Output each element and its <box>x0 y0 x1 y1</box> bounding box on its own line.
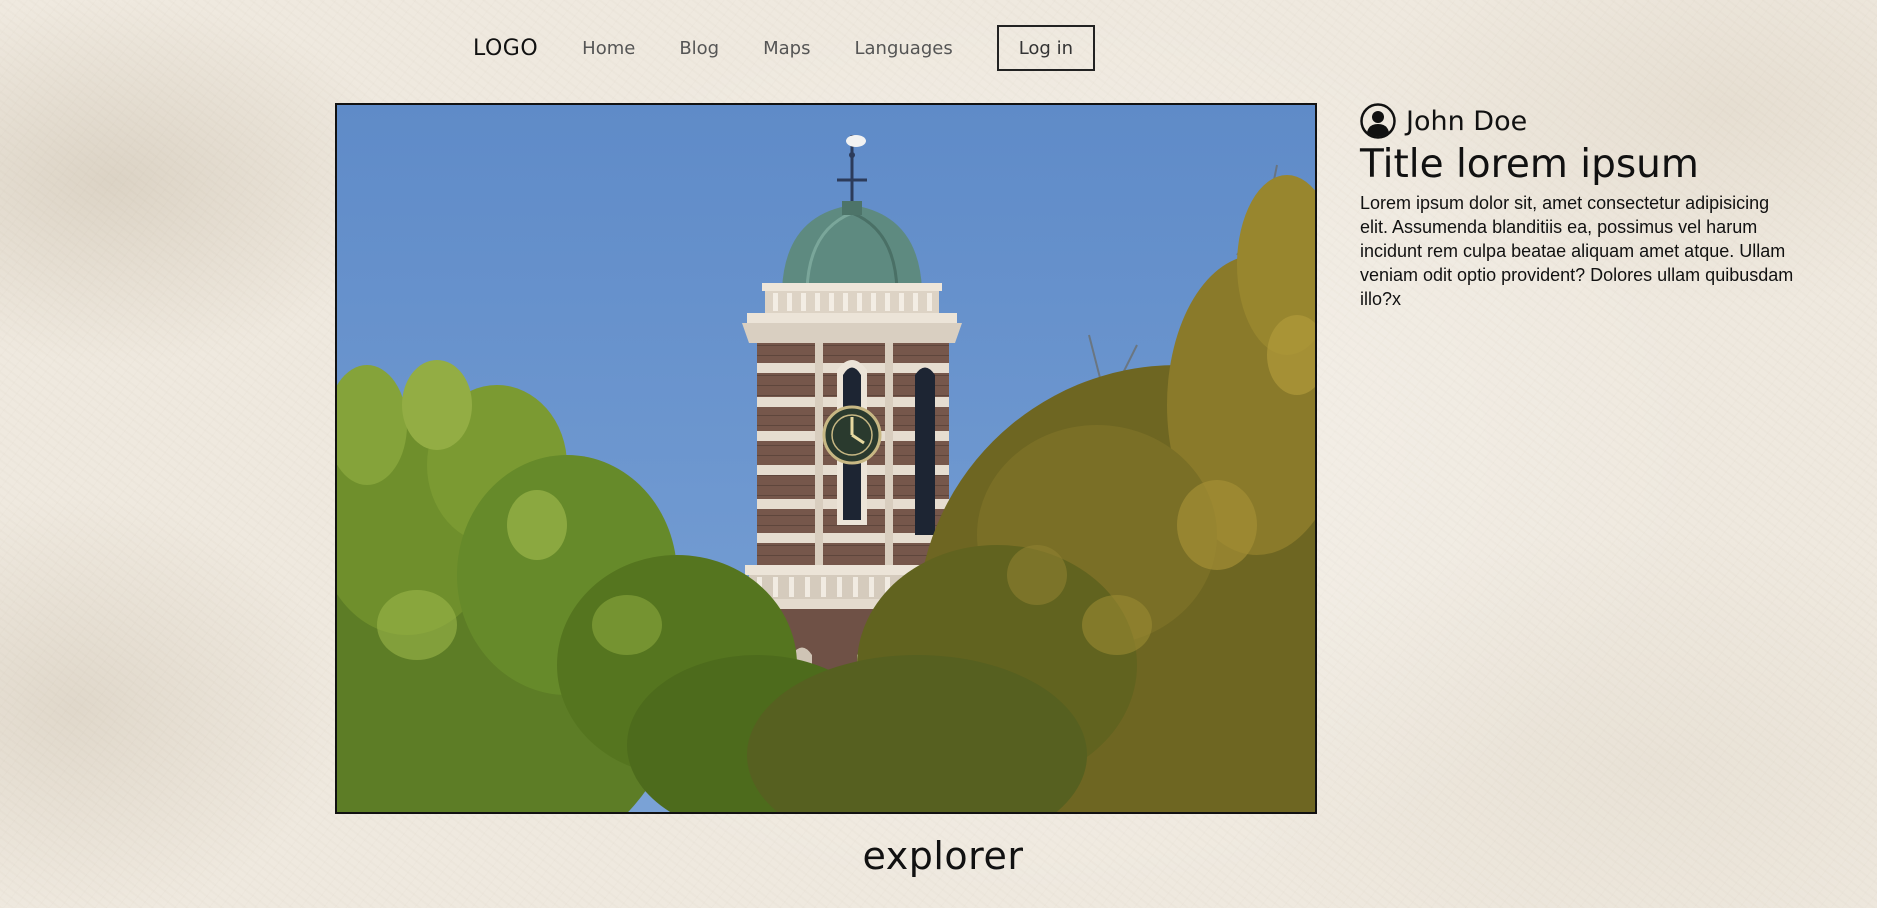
article-title: Title lorem ipsum <box>1360 142 1699 187</box>
user-circle-icon <box>1360 103 1396 139</box>
article-panel: John Doe Title lorem ipsum Lorem ipsum d… <box>1360 103 1810 311</box>
login-button[interactable]: Log in <box>996 25 1095 71</box>
nav-link-home[interactable]: Home <box>582 38 635 59</box>
tower-photo <box>337 105 1315 812</box>
article-body: Lorem ipsum dolor sit, amet consectetur … <box>1360 192 1794 309</box>
nav-link-languages[interactable]: Languages <box>854 38 952 59</box>
nav-link-blog[interactable]: Blog <box>679 38 719 59</box>
nav-link-maps[interactable]: Maps <box>763 38 810 59</box>
hero-caption: explorer <box>862 834 1024 878</box>
author-row: John Doe <box>1360 103 1810 139</box>
logo[interactable]: LOGO <box>473 36 538 61</box>
main-nav: LOGO Home Blog Maps Languages Log in <box>473 25 1095 71</box>
author-name: John Doe <box>1406 105 1528 137</box>
hero-image <box>335 103 1317 814</box>
